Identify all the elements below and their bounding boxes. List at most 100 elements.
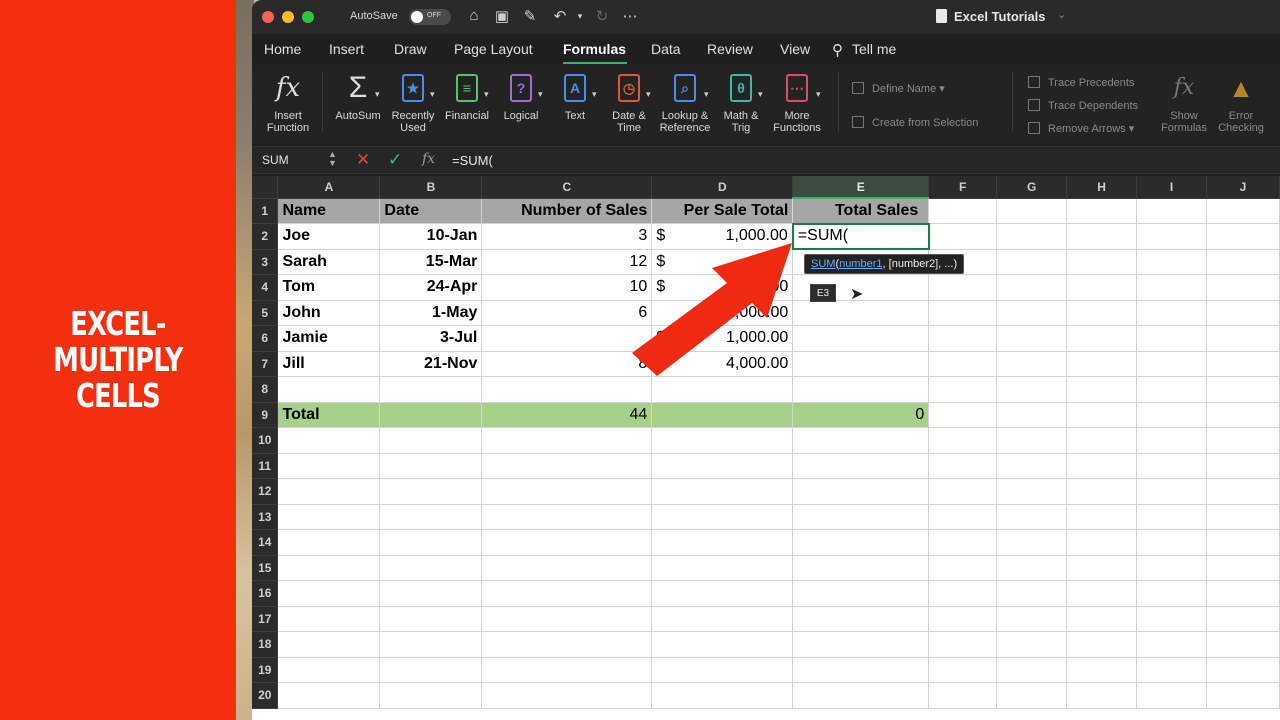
cell[interactable] — [651, 657, 794, 683]
cell[interactable] — [1206, 402, 1280, 428]
cell[interactable] — [481, 529, 653, 556]
cell[interactable] — [792, 504, 930, 530]
worksheet[interactable]: A B C D E F G H I J 1 Name Date Number o… — [252, 176, 1280, 720]
cell[interactable] — [481, 453, 653, 479]
cell[interactable] — [277, 504, 381, 530]
cell[interactable] — [1136, 580, 1207, 607]
cell[interactable] — [1066, 198, 1138, 224]
logical-button[interactable]: ? Logical ▾ — [494, 70, 548, 122]
cell[interactable] — [792, 427, 930, 454]
cell[interactable] — [792, 453, 930, 479]
cell[interactable] — [651, 427, 794, 454]
cell[interactable] — [928, 606, 998, 632]
row-header[interactable]: 17 — [252, 606, 279, 632]
active-cell-input[interactable]: =SUM( — [791, 222, 930, 250]
cell[interactable] — [1206, 427, 1280, 454]
tab-review[interactable]: Review — [707, 41, 753, 57]
cell[interactable] — [792, 657, 930, 683]
cell[interactable]: Jamie — [277, 325, 381, 352]
cell[interactable]: 21-Nov — [379, 351, 483, 377]
cell[interactable] — [379, 631, 483, 658]
cell[interactable] — [277, 453, 381, 479]
cell[interactable] — [996, 402, 1068, 428]
cell[interactable] — [1136, 223, 1207, 250]
cell[interactable] — [792, 325, 930, 352]
cell[interactable] — [996, 504, 1068, 530]
cell[interactable] — [1206, 504, 1280, 530]
cell[interactable] — [1136, 453, 1207, 479]
cell[interactable] — [928, 223, 998, 250]
cell[interactable] — [651, 504, 794, 530]
more-functions-button[interactable]: ⋯ More Functions ▾ — [768, 70, 826, 134]
tab-view[interactable]: View — [780, 41, 810, 57]
cell[interactable] — [651, 606, 794, 632]
cell[interactable] — [1136, 376, 1207, 403]
lookup-reference-button[interactable]: ⌕ Lookup & Reference ▾ — [656, 70, 714, 134]
cell[interactable] — [928, 274, 998, 301]
row-header[interactable]: 9 — [252, 402, 279, 428]
argument-link[interactable]: number1 — [839, 258, 882, 270]
cell[interactable]: Tom — [277, 274, 381, 301]
trace-dependents-button[interactable]: Trace Dependents — [1028, 99, 1138, 112]
cell[interactable] — [651, 580, 794, 607]
chevron-down-icon[interactable]: ▾ — [646, 88, 651, 100]
trace-precedents-button[interactable]: Trace Precedents — [1028, 76, 1134, 89]
row-header[interactable]: 16 — [252, 580, 279, 607]
cell[interactable] — [379, 478, 483, 505]
cell[interactable] — [1136, 631, 1207, 658]
show-formulas-button[interactable]: fx Show Formulas — [1156, 70, 1212, 135]
cell[interactable] — [379, 606, 483, 632]
cell[interactable] — [996, 657, 1068, 683]
cell[interactable] — [481, 631, 653, 658]
cell[interactable] — [1206, 325, 1280, 352]
row-header[interactable]: 11 — [252, 453, 279, 479]
cell[interactable] — [651, 631, 794, 658]
row-header[interactable]: 15 — [252, 555, 279, 581]
cell[interactable] — [277, 657, 381, 683]
cell[interactable] — [1136, 606, 1207, 632]
cell[interactable] — [277, 478, 381, 505]
chevron-down-icon[interactable]: ▾ — [484, 88, 489, 100]
cell[interactable] — [928, 529, 998, 556]
row-header[interactable]: 4 — [252, 274, 279, 301]
fx-icon[interactable]: fx — [422, 151, 435, 167]
cell[interactable] — [1206, 555, 1280, 581]
cell[interactable] — [1136, 402, 1207, 428]
cell[interactable] — [277, 606, 381, 632]
cell[interactable] — [1136, 682, 1207, 709]
row-header[interactable]: 3 — [252, 249, 279, 275]
cell[interactable] — [379, 555, 483, 581]
cell[interactable] — [1066, 300, 1138, 326]
column-header[interactable]: C — [481, 176, 653, 199]
cell[interactable] — [481, 478, 653, 505]
tab-home[interactable]: Home — [264, 41, 301, 57]
cell[interactable] — [379, 402, 483, 428]
cell[interactable]: 0 — [792, 402, 930, 428]
cell[interactable] — [1066, 606, 1138, 632]
cell[interactable] — [1136, 274, 1207, 301]
cell[interactable]: Name — [277, 198, 381, 224]
insert-function-button[interactable]: fx Insert Function — [258, 70, 318, 134]
cell[interactable] — [379, 682, 483, 709]
cell[interactable] — [792, 529, 930, 556]
cell[interactable] — [1136, 325, 1207, 352]
row-header[interactable]: 8 — [252, 376, 279, 403]
cell[interactable] — [1066, 631, 1138, 658]
cell[interactable] — [1066, 453, 1138, 479]
cell[interactable] — [1066, 427, 1138, 454]
chevron-down-icon[interactable]: ▾ — [430, 88, 435, 100]
cell[interactable] — [1206, 580, 1280, 607]
cell[interactable] — [996, 351, 1068, 377]
cell[interactable] — [1206, 249, 1280, 275]
cell[interactable] — [996, 325, 1068, 352]
cell[interactable] — [1066, 478, 1138, 505]
column-header[interactable]: G — [996, 176, 1068, 199]
cell[interactable] — [379, 453, 483, 479]
chevron-down-icon[interactable]: ▾ — [538, 88, 543, 100]
cell[interactable] — [1206, 300, 1280, 326]
cell[interactable] — [928, 453, 998, 479]
cell[interactable] — [651, 453, 794, 479]
cell[interactable] — [1206, 376, 1280, 403]
remove-arrows-button[interactable]: Remove Arrows ▾ — [1028, 122, 1134, 135]
cell[interactable] — [996, 427, 1068, 454]
